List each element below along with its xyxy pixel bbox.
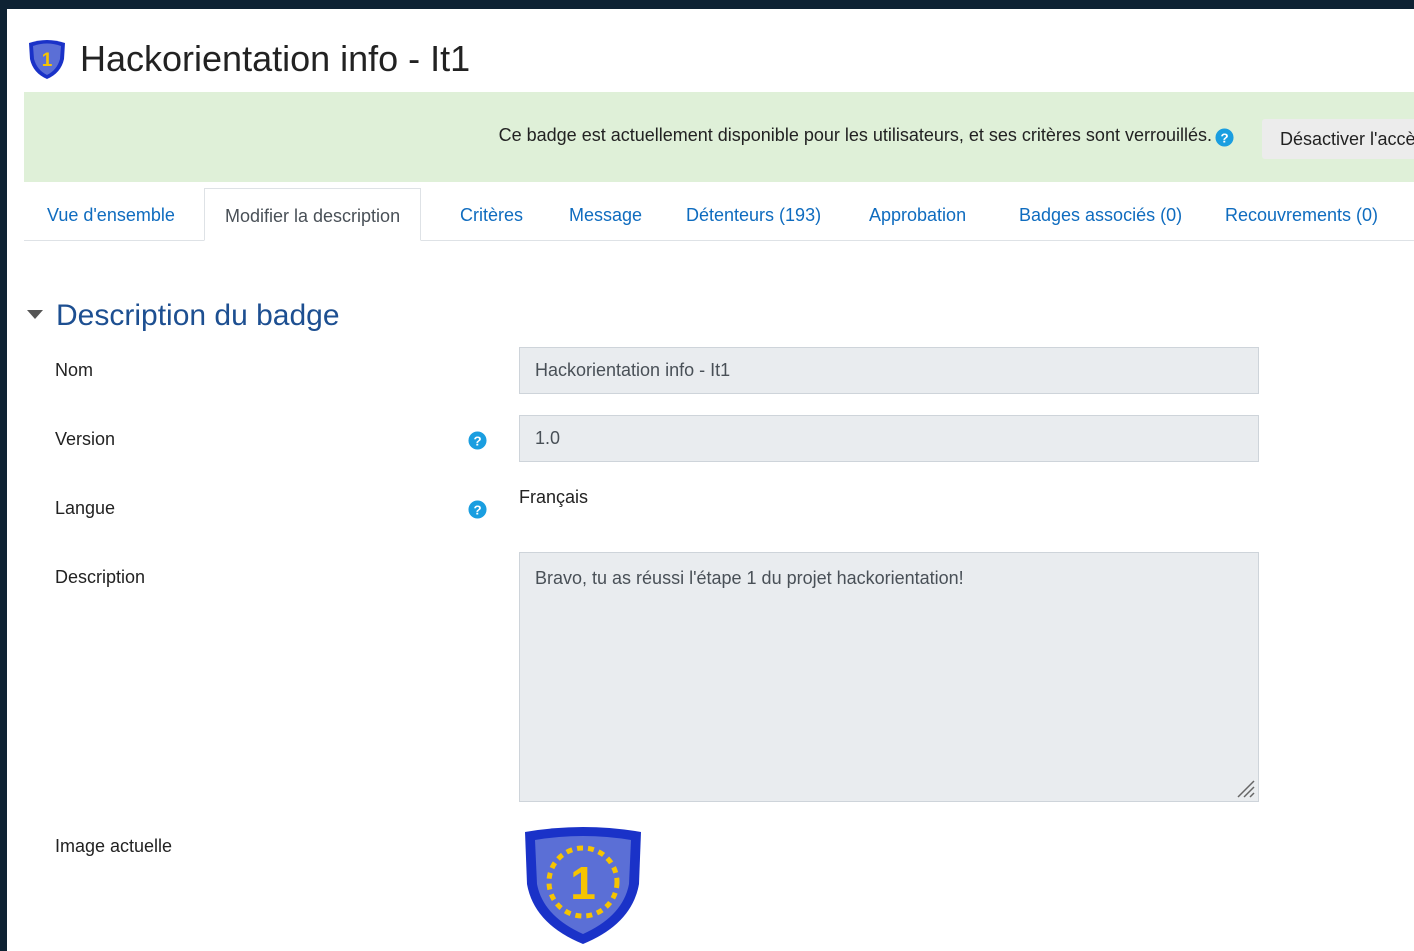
resize-handle-icon[interactable] xyxy=(1232,775,1256,799)
svg-text:?: ? xyxy=(1220,130,1228,145)
section-header[interactable]: Description du badge xyxy=(27,296,340,336)
badge-image: 1 xyxy=(525,827,641,944)
description-label: Description xyxy=(55,567,146,587)
language-label: Langue xyxy=(55,498,116,518)
chevron-down-icon[interactable] xyxy=(27,310,43,319)
page-title: Hackorientation info - It1 xyxy=(80,38,471,79)
description-text: Bravo, tu as réussi l'étape 1 du projet … xyxy=(535,568,964,588)
version-label: Version xyxy=(55,429,116,449)
tab-holders[interactable]: Détenteurs (193) xyxy=(686,188,821,240)
page: 1 Hackorientation info - It1 Ce badge es… xyxy=(7,9,1414,951)
badge-image-digit: 1 xyxy=(570,857,596,909)
header-badge-digit: 1 xyxy=(42,50,53,71)
tab-related-badges[interactable]: Badges associés (0) xyxy=(1019,188,1182,240)
section-title: Description du badge xyxy=(56,299,340,332)
svg-text:?: ? xyxy=(473,433,481,448)
help-icon[interactable]: ? xyxy=(1215,128,1234,147)
tab-criteria[interactable]: Critères xyxy=(460,188,523,240)
tab-endorsement[interactable]: Approbation xyxy=(869,188,966,240)
tab-edit-description[interactable]: Modifier la description xyxy=(204,188,422,241)
svg-text:?: ? xyxy=(473,502,481,517)
disable-access-button[interactable]: Désactiver l'accès xyxy=(1262,119,1414,159)
help-icon[interactable]: ? xyxy=(468,500,487,519)
tab-bar: Vue d'ensemble Modifier la description C… xyxy=(24,188,1414,241)
tab-overview[interactable]: Vue d'ensemble xyxy=(47,188,175,240)
page-header: 1 Hackorientation info - It1 xyxy=(25,37,470,81)
status-notice: Ce badge est actuellement disponible pou… xyxy=(24,92,1414,182)
language-value: Français xyxy=(519,487,589,507)
description-textarea[interactable]: Bravo, tu as réussi l'étape 1 du projet … xyxy=(519,552,1259,802)
help-icon[interactable]: ? xyxy=(468,431,487,450)
tab-message[interactable]: Message xyxy=(569,188,642,240)
version-field[interactable] xyxy=(519,415,1259,462)
name-label: Nom xyxy=(55,360,94,380)
notice-text: Ce badge est actuellement disponible pou… xyxy=(498,125,1212,145)
name-field[interactable] xyxy=(519,347,1259,394)
tab-alignments[interactable]: Recouvrements (0) xyxy=(1225,188,1378,240)
current-image-label: Image actuelle xyxy=(55,836,173,856)
badge-shield-icon: 1 xyxy=(29,40,65,79)
